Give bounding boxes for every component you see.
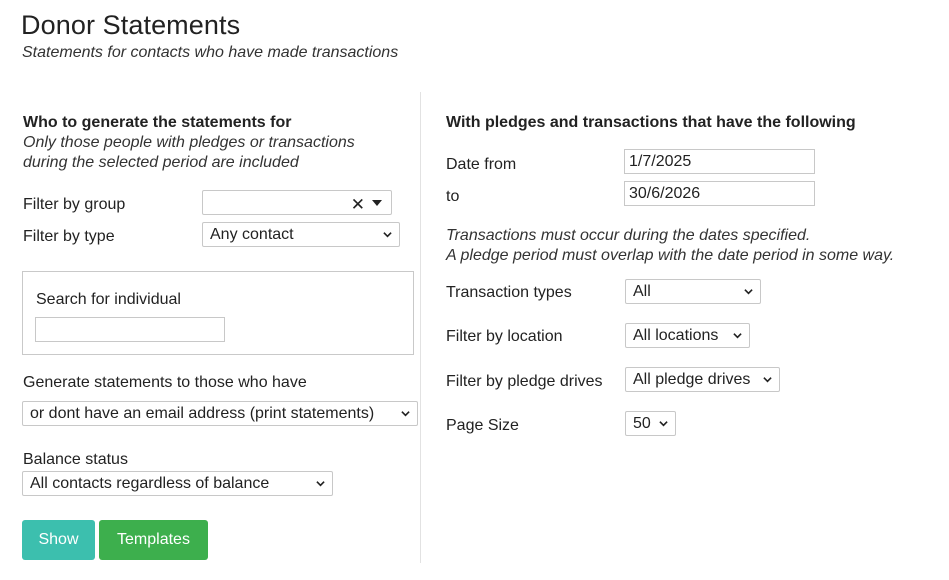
caret-down-icon — [372, 200, 382, 206]
page-size-value: 50 — [633, 415, 651, 432]
date-to-label: to — [446, 188, 460, 205]
search-individual-input[interactable] — [35, 317, 225, 342]
filter-group-select[interactable]: ✕ — [202, 190, 392, 215]
pledge-drives-label: Filter by pledge drives — [446, 373, 603, 390]
search-individual-label: Search for individual — [36, 291, 181, 308]
filter-group-label: Filter by group — [23, 196, 126, 213]
left-section-note-1: Only those people with pledges or transa… — [23, 134, 355, 151]
generate-select[interactable]: or dont have an email address (print sta… — [22, 401, 418, 426]
date-note-2: A pledge period must overlap with the da… — [446, 247, 895, 264]
location-select[interactable]: All locations — [625, 323, 750, 348]
location-label: Filter by location — [446, 328, 563, 345]
pledge-drives-value: All pledge drives — [633, 371, 751, 388]
search-individual-panel — [22, 271, 414, 355]
filter-type-select[interactable]: Any contact — [202, 222, 400, 247]
date-from-label: Date from — [446, 156, 517, 173]
balance-status-value: All contacts regardless of balance — [30, 475, 270, 492]
chevron-down-icon — [316, 481, 325, 487]
left-section-title: Who to generate the statements for — [23, 114, 292, 131]
page-title: Donor Statements — [21, 10, 241, 40]
filter-type-value: Any contact — [210, 226, 294, 243]
chevron-down-icon — [383, 232, 392, 238]
date-to-input[interactable]: 30/6/2026 — [624, 181, 815, 206]
generate-value: or dont have an email address (print sta… — [30, 405, 375, 422]
transaction-types-value: All — [633, 283, 651, 300]
templates-button[interactable]: Templates — [99, 520, 208, 560]
show-button[interactable]: Show — [22, 520, 95, 560]
chevron-down-icon — [744, 289, 753, 295]
chevron-down-icon — [763, 377, 772, 383]
transaction-types-select[interactable]: All — [625, 279, 761, 304]
date-note-1: Transactions must occur during the dates… — [446, 227, 811, 244]
chevron-down-icon — [733, 333, 742, 339]
balance-status-label: Balance status — [23, 451, 128, 468]
left-section-note-2: during the selected period are included — [23, 154, 299, 171]
page-size-label: Page Size — [446, 417, 519, 434]
chevron-down-icon — [401, 411, 410, 417]
page-subtitle: Statements for contacts who have made tr… — [22, 44, 399, 61]
filter-type-label: Filter by type — [23, 228, 115, 245]
right-section-title: With pledges and transactions that have … — [446, 114, 856, 131]
generate-label: Generate statements to those who have — [23, 374, 307, 391]
column-divider — [420, 92, 421, 563]
location-value: All locations — [633, 327, 719, 344]
date-from-input[interactable]: 1/7/2025 — [624, 149, 815, 174]
transaction-types-label: Transaction types — [446, 284, 572, 301]
chevron-down-icon — [659, 421, 668, 427]
pledge-drives-select[interactable]: All pledge drives — [625, 367, 780, 392]
close-icon[interactable]: ✕ — [351, 193, 365, 216]
balance-status-select[interactable]: All contacts regardless of balance — [22, 471, 333, 496]
page-size-select[interactable]: 50 — [625, 411, 676, 436]
